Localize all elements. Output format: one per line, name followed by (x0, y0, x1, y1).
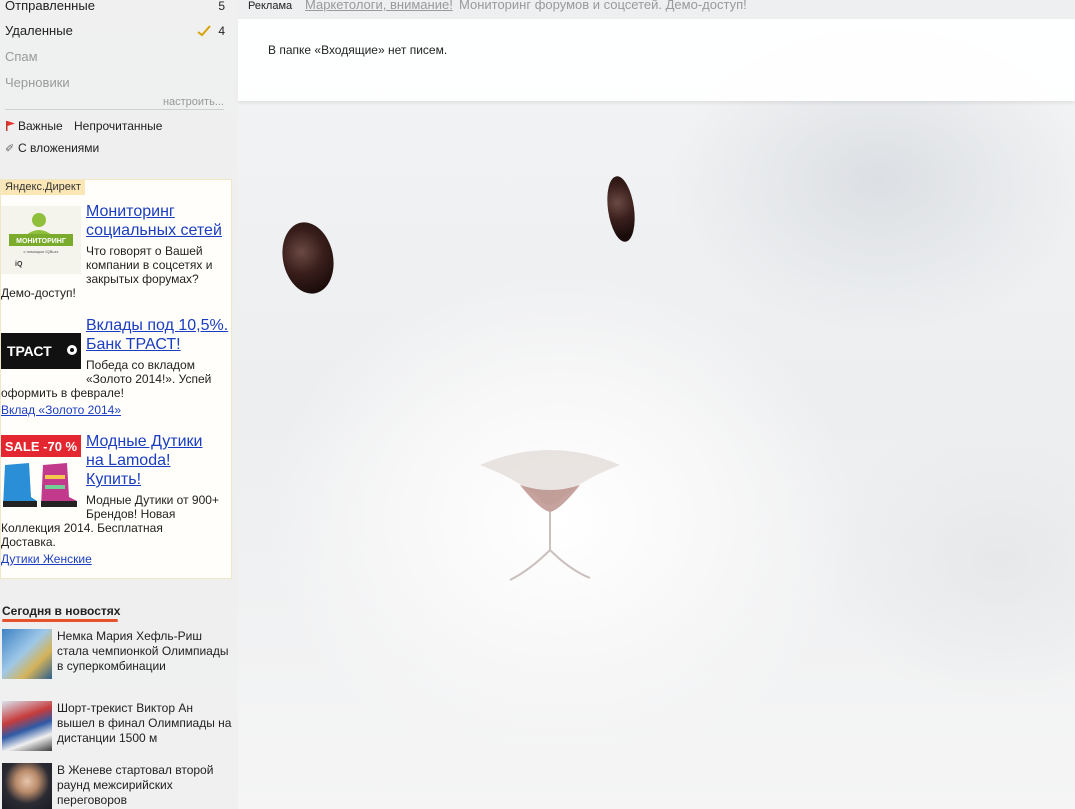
folder-count: 4 (218, 24, 225, 38)
news-thumbnail[interactable] (2, 701, 52, 751)
yandex-direct-block: Яндекс.Директ МОНИТОРИНГ с помощью IQBuz… (0, 179, 232, 579)
hare-left-eye (276, 217, 340, 299)
ad-text: Модные Дутики от 900+ Брендов! Новая (86, 493, 219, 521)
folder-deleted[interactable]: Удаленные 4 (5, 20, 225, 42)
message-list-panel: В папке «Входящие» нет писем. (238, 19, 1075, 101)
folder-sent[interactable]: Отправленные 5 (5, 0, 225, 17)
ad-title[interactable]: Вклады под 10,5%. Банк ТРАСТ! (86, 316, 231, 354)
ad-image-monitoring[interactable]: МОНИТОРИНГ с помощью IQBuzz iQ (1, 206, 81, 274)
svg-text:ТРАСТ: ТРАСТ (7, 343, 52, 359)
top-ad-link[interactable]: Маркетологи, внимание! (305, 0, 453, 11)
flag-icon (6, 121, 15, 131)
news-thumbnail[interactable] (2, 763, 52, 809)
hare-right-eye (603, 174, 639, 244)
empty-inbox-message: В папке «Входящие» нет писем. (268, 43, 448, 57)
folder-label: Отправленные (5, 0, 95, 13)
folder-drafts[interactable]: Черновики (5, 72, 225, 94)
ad-image-lamoda[interactable]: SALE -70 % (1, 435, 81, 511)
check-broom-icon[interactable] (197, 25, 211, 37)
ad-image-trust[interactable]: ТРАСТ (1, 333, 81, 369)
svg-text:с помощью IQBuzz: с помощью IQBuzz (23, 249, 58, 254)
ad-label: Реклама (248, 0, 293, 12)
top-ad-line: Реклама Маркетологи, внимание! Мониторин… (238, 0, 1075, 19)
boots-icon: SALE -70 % (1, 435, 81, 507)
trust-logo-icon: ТРАСТ (7, 343, 77, 359)
ad-text: Победа со вкладом «Золото 2014!». Успей (86, 358, 212, 386)
paperclip-icon: ✐ (5, 143, 15, 155)
filter-unread[interactable]: Непрочитанные (74, 117, 162, 135)
folder-spam[interactable]: Спам (5, 46, 225, 68)
ad-title[interactable]: Мониторинг социальных сетей (86, 202, 231, 240)
ad-text-tail: Демо-доступ! (1, 286, 76, 300)
hare-nose (480, 450, 620, 581)
ad-link[interactable]: Вклад «Золото 2014» (1, 403, 121, 417)
news-title-underline (2, 619, 118, 622)
svg-text:iQ: iQ (15, 261, 23, 268)
news-item[interactable]: В Женеве стартовал второй раунд межсирий… (57, 763, 232, 808)
filter-attachments[interactable]: С вложениями (18, 139, 99, 157)
sidebar: Отправленные 5 Удаленные 4 Спам Черновик… (0, 0, 238, 809)
ad-link[interactable]: Дутики Женские (1, 552, 92, 566)
folder-count: 5 (218, 0, 225, 13)
folder-label: Черновики (5, 75, 70, 90)
filter-important[interactable]: Важные (18, 117, 63, 135)
ad-text: Что говорят о Вашей компании в соцсетях … (86, 244, 213, 286)
svg-text:МОНИТОРИНГ: МОНИТОРИНГ (16, 238, 66, 245)
folder-label: Удаленные (5, 23, 73, 38)
folders-setup-link[interactable]: настроить... (163, 96, 224, 108)
monitoring-logo-icon: МОНИТОРИНГ с помощью IQBuzz iQ (9, 213, 73, 268)
news-thumbnail[interactable] (2, 629, 52, 679)
ad-text-tail: оформить в феврале! (1, 386, 124, 400)
svg-text:SALE -70 %: SALE -70 % (5, 439, 78, 454)
ad-title[interactable]: Модные Дутики на Lamoda! Купить! (86, 432, 206, 489)
ad-text-tail: Коллекция 2014. Бесплатная Доставка. (1, 521, 163, 549)
news-item[interactable]: Шорт-трекист Виктор Ан вышел в финал Оли… (57, 701, 232, 746)
folder-label: Спам (5, 49, 38, 64)
direct-badge[interactable]: Яндекс.Директ (1, 180, 85, 195)
news-item[interactable]: Немка Мария Хефль-Риш стала чемпионкой О… (57, 629, 232, 674)
news-title[interactable]: Сегодня в новостях (2, 604, 120, 618)
top-ad-text: Мониторинг форумов и соцсетей. Демо-дост… (459, 0, 747, 12)
folders-divider (5, 109, 224, 110)
